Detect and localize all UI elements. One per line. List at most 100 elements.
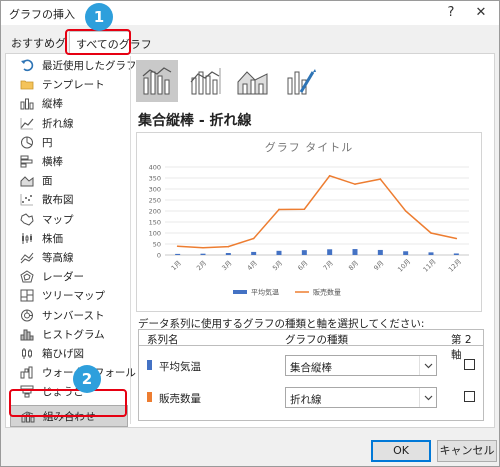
sidebar-item-pie[interactable]: 円 [10,133,128,152]
x-tick-label: 12月 [447,258,463,274]
line-chart-icon [20,117,34,130]
sidebar-item-sunburst[interactable]: サンバースト [10,305,128,324]
sidebar-item-area[interactable]: 面 [10,171,128,190]
title-bar: グラフの挿入 ? ✕ [1,1,499,25]
sidebar-item-label: レーダー [42,271,84,284]
histogram-chart-icon [20,328,34,341]
sidebar-item-histogram[interactable]: ヒストグラム [10,325,128,344]
sidebar-item-template[interactable]: テンプレート [10,75,128,94]
sidebar-item-stock[interactable]: 株価 [10,229,128,248]
surface-chart-icon [20,251,34,264]
close-button[interactable]: ✕ [471,4,491,22]
sidebar-item-surface[interactable]: 等高線 [10,248,128,267]
bar-2月 [200,253,206,255]
series-color-swatch [147,360,152,370]
sidebar-item-combo[interactable]: 組み合わせ [10,405,128,428]
legend-label-bar: 平均気温 [251,288,279,297]
folder-icon [20,78,34,91]
line-point-9月 [379,178,382,180]
sidebar-item-line[interactable]: 折れ線 [10,114,128,133]
x-tick-label: 9月 [372,259,385,272]
sidebar-item-scatter[interactable]: 散布図 [10,190,128,209]
line-point-6月 [303,208,306,211]
bar-12月 [453,253,459,255]
sidebar-item-boxplot[interactable]: 箱ひげ図 [10,344,128,363]
scatter-chart-icon [20,193,34,206]
line-point-10月 [404,210,407,212]
tab-recommended-charts[interactable]: おすすめグラフ [5,31,67,53]
chart-subtype-gallery [136,60,486,102]
bar-5月 [276,250,282,255]
series-line-販売数量 [177,174,457,249]
sidebar-item-label: 株価 [42,232,63,245]
secondary-axis-checkbox[interactable] [464,391,475,402]
sidebar-item-radar[interactable]: レーダー [10,267,128,286]
pie-chart-icon [20,136,34,149]
bar-8月 [352,249,358,255]
ok-button[interactable]: OK [371,440,431,462]
tab-all-charts[interactable]: すべてのグラフ [69,31,152,53]
y-tick-label: 200 [149,208,161,216]
column-chart-icon [20,97,34,110]
chevron-down-icon[interactable] [419,388,436,407]
waterfall-chart-icon [20,366,34,379]
sidebar-item-label: 最近使用したグラフ [42,60,137,73]
funnel-chart-icon [20,385,34,398]
combo-column-line-secondary-icon[interactable] [184,60,226,102]
x-tick-label: 1月 [170,259,183,272]
combo-column-line-icon[interactable] [136,60,178,102]
bar-4月 [251,251,257,255]
sidebar-item-label: ヒストグラム [42,328,105,341]
x-tick-label: 6月 [296,259,309,272]
help-button[interactable]: ? [441,4,461,22]
chart-type-select[interactable]: 折れ線 [285,387,437,408]
sidebar-item-label: 縦棒 [42,98,63,111]
stock-chart-icon [20,232,34,245]
bar-1月 [175,253,181,255]
sunburst-chart-icon [20,309,34,322]
header-series-name: 系列名 [147,334,179,346]
sidebar-item-label: 等高線 [42,251,74,264]
chart-preview: グラフ タイトル 0 50 100 150 200 250 300 350 400 1月 2月 3月 4月… [136,132,482,312]
sidebar-item-column[interactable]: 縦棒 [10,94,128,113]
sidebar-item-map[interactable]: マップ [10,210,128,229]
series-row-avg-temp: 平均気温 集合縦棒 [139,354,483,378]
sidebar-item-funnel[interactable]: じょうご [10,382,128,401]
line-point-7月 [328,175,331,177]
combo-table-header: 系列名 グラフの種類 第 2 軸 [139,330,483,361]
chevron-down-icon[interactable] [419,356,436,375]
line-point-4月 [252,237,255,240]
x-tick-label: 5月 [271,259,284,272]
sidebar-item-label: ツリーマップ [42,290,105,303]
cancel-button[interactable]: キャンセル [437,440,497,462]
sidebar-item-label: 円 [42,136,53,149]
x-tick-label: 3月 [220,259,233,272]
sidebar-item-label: 折れ線 [42,117,74,130]
secondary-axis-checkbox[interactable] [464,359,475,370]
y-tick-label: 250 [149,197,161,205]
sidebar-item-label: サンバースト [42,309,105,322]
sidebar-item-label: 面 [42,175,53,188]
legend-label-line: 販売数量 [313,288,341,297]
y-tick-label: 50 [153,241,161,249]
sidebar-item-bar[interactable]: 横棒 [10,152,128,171]
sidebar-item-label: 箱ひげ図 [42,347,84,360]
radar-chart-icon [20,270,34,283]
series-color-swatch [147,392,152,402]
sidebar-item-label: テンプレート [42,79,105,92]
combo-area-column-icon[interactable] [232,60,274,102]
sidebar-item-waterfall[interactable]: ウォーターフォール [10,363,136,382]
chart-type-select[interactable]: 集合縦棒 [285,355,437,376]
step-badge-1: 1 [85,3,113,31]
y-tick-label: 0 [157,252,161,260]
sidebar-item-recent[interactable]: 最近使用したグラフ [10,56,137,75]
x-tick-label: 7月 [322,259,335,272]
sidebar-item-label: 組み合わせ [43,410,96,423]
sidebar-item-treemap[interactable]: ツリーマップ [10,286,128,305]
line-point-1月 [176,245,179,247]
custom-combo-icon[interactable] [280,60,322,102]
bar-9月 [377,249,383,255]
x-tick-label: 10月 [396,258,412,274]
line-point-3月 [227,245,230,248]
insert-chart-dialog: グラフの挿入 ? ✕ おすすめグラフ すべてのグラフ 最近使用したグラフ テンプ… [0,0,500,467]
